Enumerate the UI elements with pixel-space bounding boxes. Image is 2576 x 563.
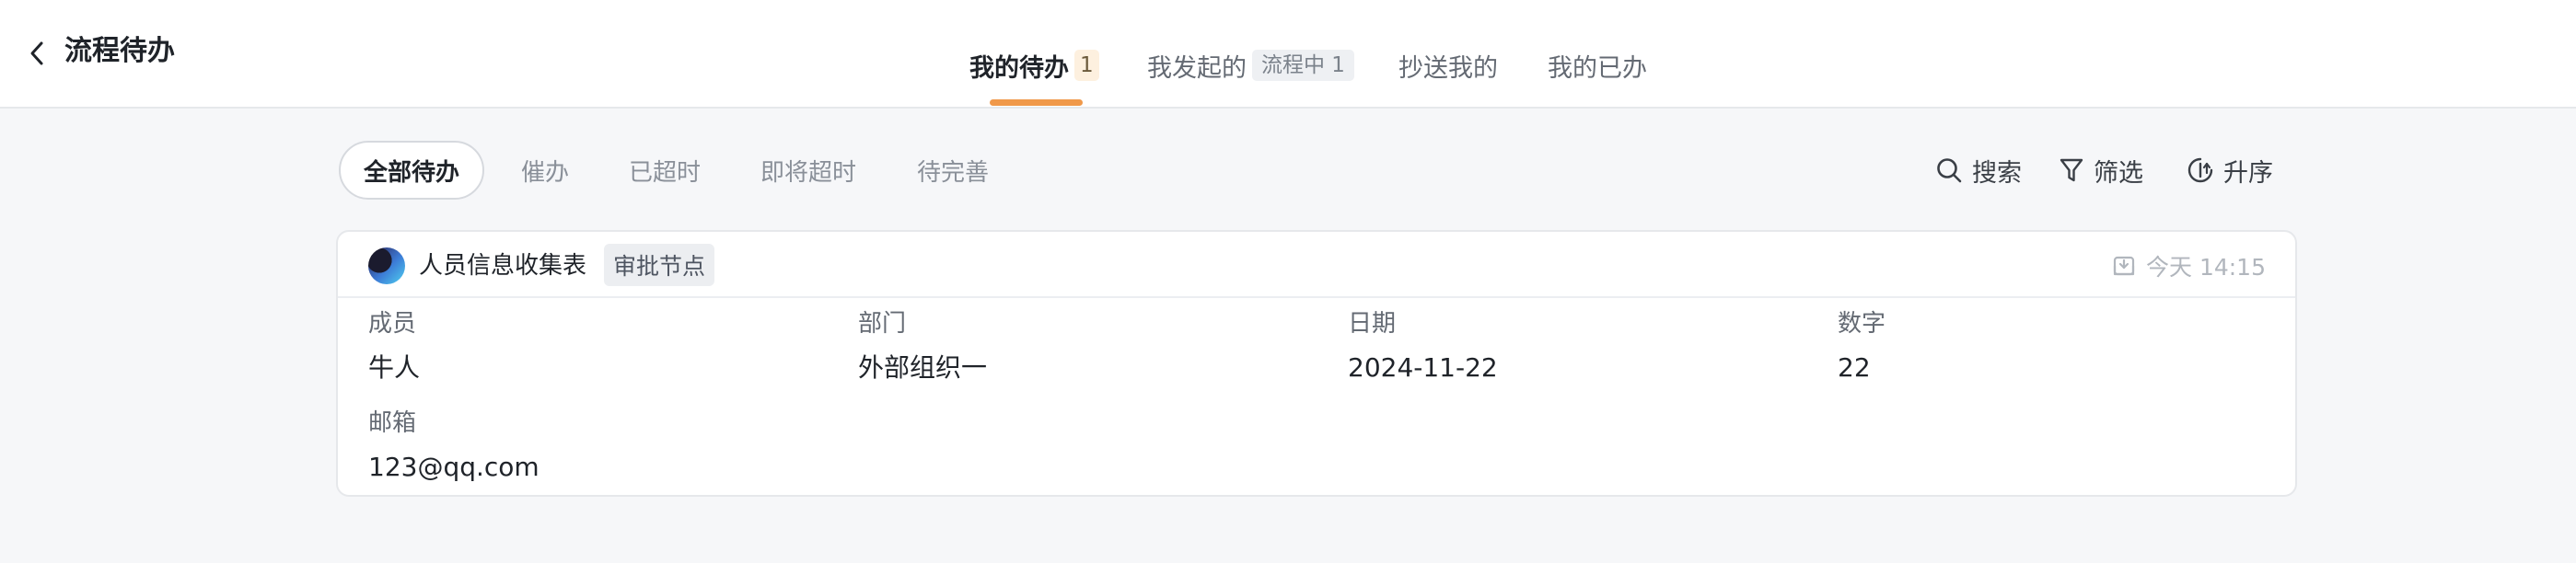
tab-done[interactable]: 我的已办 (1548, 44, 1647, 86)
tab-label: 我的已办 (1548, 53, 1647, 83)
field-value: 123@qq.com (368, 452, 540, 482)
field-department: 部门 外部组织一 (858, 307, 987, 386)
top-bar: 流程待办 我的待办 1 我发起的 流程中 1 抄送我的 我的已办 (0, 0, 2576, 109)
field-value: 外部组织一 (858, 352, 988, 383)
filter-label: 筛选 (2094, 158, 2143, 188)
field-label: 数字 (1838, 310, 1886, 338)
filter-overdue[interactable]: 已超时 (629, 141, 701, 200)
avatar (368, 247, 405, 284)
tab-initiated[interactable]: 我发起的 流程中 1 (1147, 44, 1354, 86)
filter-urged[interactable]: 催办 (521, 141, 569, 200)
search-icon (1937, 158, 1962, 183)
tab-label: 我发起的 (1147, 53, 1247, 83)
tab-label: 我的待办 (969, 53, 1069, 83)
sort-icon (2187, 157, 2213, 183)
field-label: 日期 (1348, 310, 1397, 338)
search-button[interactable]: 搜索 (1935, 150, 2022, 190)
filter-due-soon[interactable]: 即将超时 (760, 141, 856, 200)
field-label: 邮箱 (368, 409, 417, 437)
active-tab-indicator (990, 99, 1083, 106)
field-value: 22 (1838, 352, 1871, 383)
in-progress-badge: 流程中 1 (1252, 50, 1354, 81)
todo-card[interactable]: 人员信息收集表 审批节点 今天 14:15 成员 牛人 部门 外部组织一 日期 … (336, 230, 2297, 497)
download-tray-icon (2113, 256, 2135, 276)
form-name: 人员信息收集表 (419, 252, 587, 280)
field-value: 2024-11-22 (1348, 352, 1498, 383)
card-time: 今天 14:15 (2111, 248, 2266, 283)
filter-incomplete[interactable]: 待完善 (917, 141, 989, 200)
field-date: 日期 2024-11-22 (1348, 307, 1498, 386)
todo-count-badge: 1 (1074, 50, 1099, 81)
node-tag: 审批节点 (604, 244, 715, 286)
field-label: 成员 (368, 310, 417, 338)
sort-label: 升序 (2223, 158, 2273, 188)
tab-cc[interactable]: 抄送我的 (1398, 44, 1498, 86)
field-value: 牛人 (368, 352, 421, 383)
field-email: 邮箱 123@qq.com (368, 407, 540, 486)
field-number: 数字 22 (1838, 307, 1886, 386)
field-member: 成员 牛人 (368, 307, 420, 386)
card-header: 人员信息收集表 审批节点 今天 14:15 (338, 232, 2295, 298)
field-label: 部门 (858, 310, 907, 338)
tab-bar: 我的待办 1 我发起的 流程中 1 抄送我的 我的已办 (0, 44, 2576, 109)
filter-button[interactable]: 筛选 (2059, 150, 2143, 190)
tab-label: 抄送我的 (1398, 53, 1498, 83)
sort-button[interactable]: 升序 (2187, 150, 2273, 190)
search-label: 搜索 (1972, 158, 2022, 188)
funnel-icon (2060, 158, 2083, 182)
tab-my-todo[interactable]: 我的待办 1 (969, 44, 1099, 86)
time-text: 今天 14:15 (2146, 254, 2266, 281)
filter-all[interactable]: 全部待办 (339, 141, 484, 200)
